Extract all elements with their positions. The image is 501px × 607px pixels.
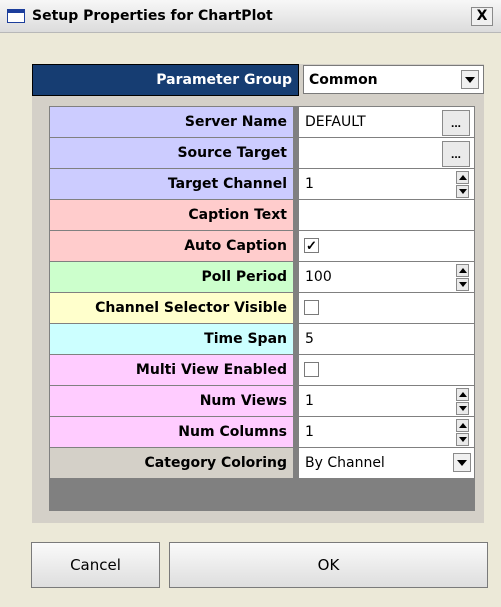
- multi-view-enabled-checkbox[interactable]: [304, 362, 319, 377]
- dropdown-arrow-button[interactable]: [453, 453, 471, 472]
- auto-caption-label: Auto Caption: [50, 231, 293, 261]
- category-coloring-select[interactable]: By Channel: [299, 448, 474, 478]
- row-poll-period: Poll Period 100: [49, 261, 475, 293]
- spin-up-button[interactable]: [456, 419, 469, 432]
- row-caption-text: Caption Text: [49, 199, 475, 231]
- title-bar: Setup Properties for ChartPlot X: [0, 0, 501, 33]
- auto-caption-checkbox[interactable]: ✓: [304, 238, 319, 253]
- spin-down-button[interactable]: [456, 402, 469, 415]
- target-channel-value: 1: [305, 176, 314, 192]
- poll-period-spinner[interactable]: [456, 264, 469, 291]
- spin-up-button[interactable]: [456, 171, 469, 184]
- row-multi-view-enabled: Multi View Enabled: [49, 354, 475, 386]
- spin-up-button[interactable]: [456, 264, 469, 277]
- time-span-field[interactable]: 5: [299, 324, 474, 354]
- arrow-up-icon: [458, 268, 467, 273]
- source-target-browse-button[interactable]: ...: [442, 141, 470, 167]
- spin-up-button[interactable]: [456, 388, 469, 401]
- poll-period-label: Poll Period: [50, 262, 293, 292]
- auto-caption-cell: ✓: [299, 231, 474, 261]
- close-button[interactable]: X: [471, 7, 493, 26]
- row-source-target: Source Target ...: [49, 137, 475, 169]
- parameter-group-select[interactable]: Common: [303, 65, 484, 94]
- channel-selector-visible-cell: [299, 293, 474, 323]
- num-views-field[interactable]: 1: [299, 386, 474, 416]
- multi-view-enabled-cell: [299, 355, 474, 385]
- row-target-channel: Target Channel 1: [49, 168, 475, 200]
- num-views-label: Num Views: [50, 386, 293, 416]
- arrow-down-icon: [458, 282, 467, 287]
- poll-period-field[interactable]: 100: [299, 262, 474, 292]
- category-coloring-value: By Channel: [305, 455, 385, 471]
- ok-button[interactable]: OK: [169, 542, 488, 588]
- caption-text-field[interactable]: [299, 200, 474, 230]
- num-columns-field[interactable]: 1: [299, 417, 474, 447]
- parameter-group-label: Parameter Group: [32, 64, 299, 96]
- num-columns-spinner[interactable]: [456, 419, 469, 446]
- dropdown-arrow-button[interactable]: [461, 70, 479, 89]
- source-target-field[interactable]: ...: [299, 138, 474, 168]
- row-server-name: Server Name DEFAULT ...: [49, 106, 475, 138]
- num-views-value: 1: [305, 393, 314, 409]
- num-views-spinner[interactable]: [456, 388, 469, 415]
- arrow-down-icon: [458, 189, 467, 194]
- arrow-up-icon: [458, 175, 467, 180]
- window-icon: [7, 9, 25, 23]
- caption-text-label: Caption Text: [50, 200, 293, 230]
- server-name-label: Server Name: [50, 107, 293, 137]
- channel-selector-visible-checkbox[interactable]: [304, 300, 319, 315]
- target-channel-label: Target Channel: [50, 169, 293, 199]
- num-columns-value: 1: [305, 424, 314, 440]
- parameter-group-value: Common: [309, 72, 378, 88]
- spin-down-button[interactable]: [456, 278, 469, 291]
- window-title: Setup Properties for ChartPlot: [32, 8, 273, 24]
- row-time-span: Time Span 5: [49, 323, 475, 355]
- channel-selector-visible-label: Channel Selector Visible: [50, 293, 293, 323]
- server-name-value: DEFAULT: [305, 114, 366, 130]
- time-span-value: 5: [305, 331, 314, 347]
- multi-view-enabled-label: Multi View Enabled: [50, 355, 293, 385]
- row-num-views: Num Views 1: [49, 385, 475, 417]
- server-name-browse-button[interactable]: ...: [442, 110, 470, 136]
- property-grid: Server Name DEFAULT ... Source Target ..…: [49, 106, 475, 511]
- arrow-up-icon: [458, 423, 467, 428]
- spin-down-button[interactable]: [456, 433, 469, 446]
- time-span-label: Time Span: [50, 324, 293, 354]
- chevron-down-icon: [465, 76, 475, 83]
- row-category-coloring: Category Coloring By Channel: [49, 447, 475, 479]
- target-channel-spinner[interactable]: [456, 171, 469, 198]
- arrow-up-icon: [458, 392, 467, 397]
- category-coloring-label: Category Coloring: [50, 448, 293, 478]
- source-target-label: Source Target: [50, 138, 293, 168]
- spin-down-button[interactable]: [456, 185, 469, 198]
- target-channel-field[interactable]: 1: [299, 169, 474, 199]
- num-columns-label: Num Columns: [50, 417, 293, 447]
- chevron-down-icon: [457, 459, 467, 466]
- arrow-down-icon: [458, 406, 467, 411]
- arrow-down-icon: [458, 437, 467, 442]
- row-num-columns: Num Columns 1: [49, 416, 475, 448]
- server-name-field[interactable]: DEFAULT ...: [299, 107, 474, 137]
- row-auto-caption: Auto Caption ✓: [49, 230, 475, 262]
- row-channel-selector-visible: Channel Selector Visible: [49, 292, 475, 324]
- cancel-button[interactable]: Cancel: [31, 542, 160, 588]
- poll-period-value: 100: [305, 269, 332, 285]
